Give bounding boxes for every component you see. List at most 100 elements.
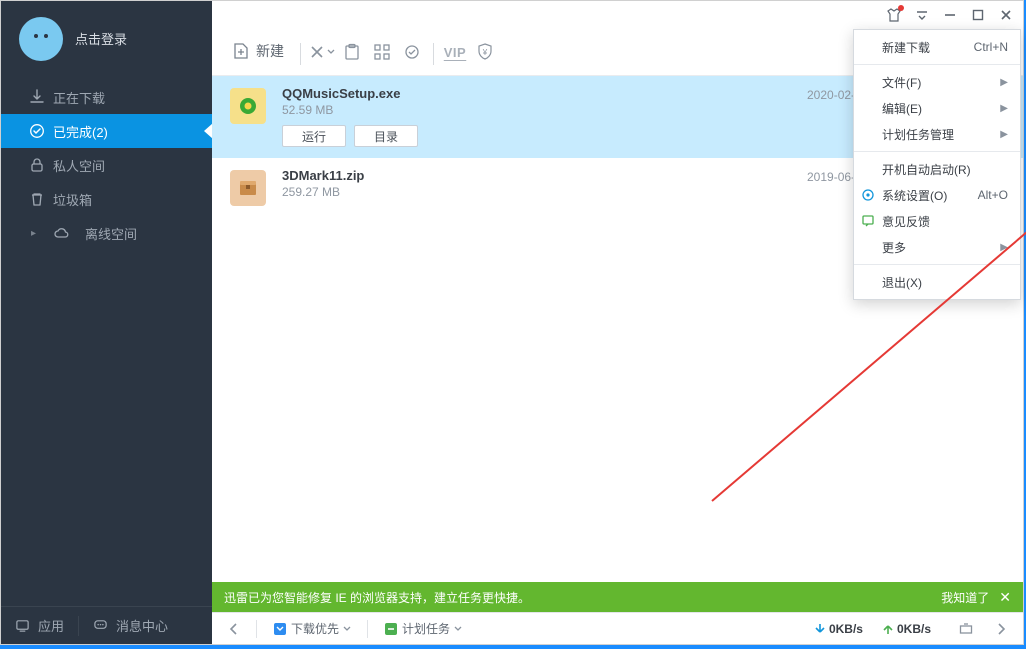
minimize-button[interactable] xyxy=(937,2,963,28)
menu-item-feedback[interactable]: 意见反馈 xyxy=(854,208,1020,234)
avatar xyxy=(19,17,63,61)
menu-item-settings[interactable]: 系统设置(O) Alt+O xyxy=(854,182,1020,208)
trash-icon xyxy=(29,191,45,207)
menu-item-new-download[interactable]: 新建下载 Ctrl+N xyxy=(854,34,1020,60)
menu-label: 系统设置(O) xyxy=(882,187,947,204)
chevron-down-icon xyxy=(454,625,462,633)
schedule-icon xyxy=(384,622,398,636)
file-meta: QQMusicSetup.exe 52.59 MB 运行 目录 xyxy=(282,86,791,147)
tip-ok-button[interactable]: 我知道了 xyxy=(941,589,989,606)
panel-icon xyxy=(959,622,973,636)
down-speed-value: 0KB/s xyxy=(829,622,863,636)
file-size: 52.59 MB xyxy=(282,103,791,117)
scheduled-tasks-button[interactable]: 计划任务 xyxy=(376,617,470,640)
download-priority-button[interactable]: 下载优先 xyxy=(265,617,359,640)
sidebar-item-label: 离线空间 xyxy=(85,224,137,243)
down-arrow-icon xyxy=(815,623,825,635)
sidebar-item-label: 已完成(2) xyxy=(53,122,108,141)
open-folder-button[interactable]: 目录 xyxy=(354,125,418,147)
sidebar-item-downloading[interactable]: 正在下载 xyxy=(1,80,212,114)
skin-button[interactable] xyxy=(881,2,907,28)
submenu-arrow-icon: ▶ xyxy=(1000,242,1008,253)
menu-item-autostart[interactable]: 开机自动启动(R) xyxy=(854,156,1020,182)
check-circle-icon xyxy=(29,123,45,139)
sidebar-item-private[interactable]: 私人空间 xyxy=(1,148,212,182)
apps-label: 应用 xyxy=(38,616,64,635)
submenu-arrow-icon: ▶ xyxy=(1000,129,1008,140)
menu-separator xyxy=(854,151,1020,152)
chevron-right-icon xyxy=(995,623,1007,635)
up-arrow-icon xyxy=(883,623,893,635)
chevron-down-icon xyxy=(327,48,335,56)
zip-file-icon xyxy=(230,170,266,206)
file-name: 3DMark11.zip xyxy=(282,168,791,183)
login-label: 点击登录 xyxy=(75,29,127,48)
file-name: QQMusicSetup.exe xyxy=(282,86,791,101)
download-icon xyxy=(29,89,45,105)
separator xyxy=(433,43,434,65)
menu-item-task-manager[interactable]: 计划任务管理 ▶ xyxy=(854,121,1020,147)
run-button[interactable]: 运行 xyxy=(282,125,346,147)
sidebar-item-label: 正在下载 xyxy=(53,88,105,107)
maximize-button[interactable] xyxy=(965,2,991,28)
vip-button[interactable]: VIP xyxy=(442,39,468,65)
tip-bar: 迅雷已为您智能修复 IE 的浏览器支持，建立任务更快捷。 我知道了 ✕ xyxy=(212,582,1023,612)
download-speed: 0KB/s xyxy=(815,622,863,636)
status-bar: 下载优先 计划任务 0KB/s 0KB/s xyxy=(212,612,1023,644)
open-file-button[interactable] xyxy=(339,39,365,65)
file-meta: 3DMark11.zip 259.27 MB xyxy=(282,168,791,199)
menu-label: 更多 xyxy=(882,239,906,256)
sidebar: 点击登录 正在下载 已完成(2) 私人空间 xyxy=(1,1,212,644)
speed-panel-toggle[interactable] xyxy=(951,619,981,639)
menu-label: 新建下载 xyxy=(882,39,930,56)
maximize-icon xyxy=(972,9,984,21)
msg-center-label: 消息中心 xyxy=(116,616,168,635)
menu-button[interactable] xyxy=(909,2,935,28)
sidebar-item-trash[interactable]: 垃圾箱 xyxy=(1,182,212,216)
user-login-area[interactable]: 点击登录 xyxy=(1,1,212,76)
qr-button[interactable] xyxy=(369,39,395,65)
main-area: 新建 VIP ¥ xyxy=(212,1,1023,644)
chevron-down-icon xyxy=(343,625,351,633)
close-button[interactable] xyxy=(993,2,1019,28)
message-center-button[interactable]: 消息中心 xyxy=(79,616,182,635)
menu-item-exit[interactable]: 退出(X) xyxy=(854,269,1020,295)
gear-icon xyxy=(860,187,876,203)
menu-item-file[interactable]: 文件(F) ▶ xyxy=(854,69,1020,95)
separator xyxy=(256,620,257,638)
tip-close-button[interactable]: ✕ xyxy=(989,589,1011,606)
nav-back-button[interactable] xyxy=(220,620,248,638)
menu-label: 意见反馈 xyxy=(882,213,930,230)
x-icon xyxy=(309,44,325,60)
new-file-icon xyxy=(232,42,250,60)
separator xyxy=(367,620,368,638)
menu-item-edit[interactable]: 编辑(E) ▶ xyxy=(854,95,1020,121)
file-size: 259.27 MB xyxy=(282,185,791,199)
safe-download-button[interactable] xyxy=(399,39,425,65)
menu-item-more[interactable]: 更多 ▶ xyxy=(854,234,1020,260)
cloud-icon xyxy=(53,225,69,241)
menu-label: 开机自动启动(R) xyxy=(882,161,971,178)
sidebar-item-offline[interactable]: ▸ 离线空间 xyxy=(1,216,212,250)
menu-label: 计划任务管理 xyxy=(882,126,954,143)
new-task-button[interactable]: 新建 xyxy=(224,37,292,65)
tip-text: 迅雷已为您智能修复 IE 的浏览器支持，建立任务更快捷。 xyxy=(224,589,530,606)
svg-text:¥: ¥ xyxy=(482,48,488,57)
submenu-arrow-icon: ▶ xyxy=(1000,77,1008,88)
schedule-label: 计划任务 xyxy=(402,620,450,637)
upload-speed: 0KB/s xyxy=(883,622,931,636)
apps-button[interactable]: 应用 xyxy=(1,616,78,635)
nav-fwd-button[interactable] xyxy=(987,620,1015,638)
sidebar-item-label: 垃圾箱 xyxy=(53,190,92,209)
menu-label: 文件(F) xyxy=(882,74,921,91)
minimize-icon xyxy=(944,9,956,21)
sidebar-item-completed[interactable]: 已完成(2) xyxy=(1,114,212,148)
currency-button[interactable]: ¥ xyxy=(472,39,498,65)
close-icon xyxy=(1000,9,1012,21)
delete-button[interactable] xyxy=(309,39,335,65)
sidebar-footer: 应用 消息中心 xyxy=(1,606,212,644)
vip-icon: VIP xyxy=(444,45,466,60)
exe-file-icon xyxy=(230,88,266,124)
priority-label: 下载优先 xyxy=(291,620,339,637)
new-task-label: 新建 xyxy=(256,41,284,61)
